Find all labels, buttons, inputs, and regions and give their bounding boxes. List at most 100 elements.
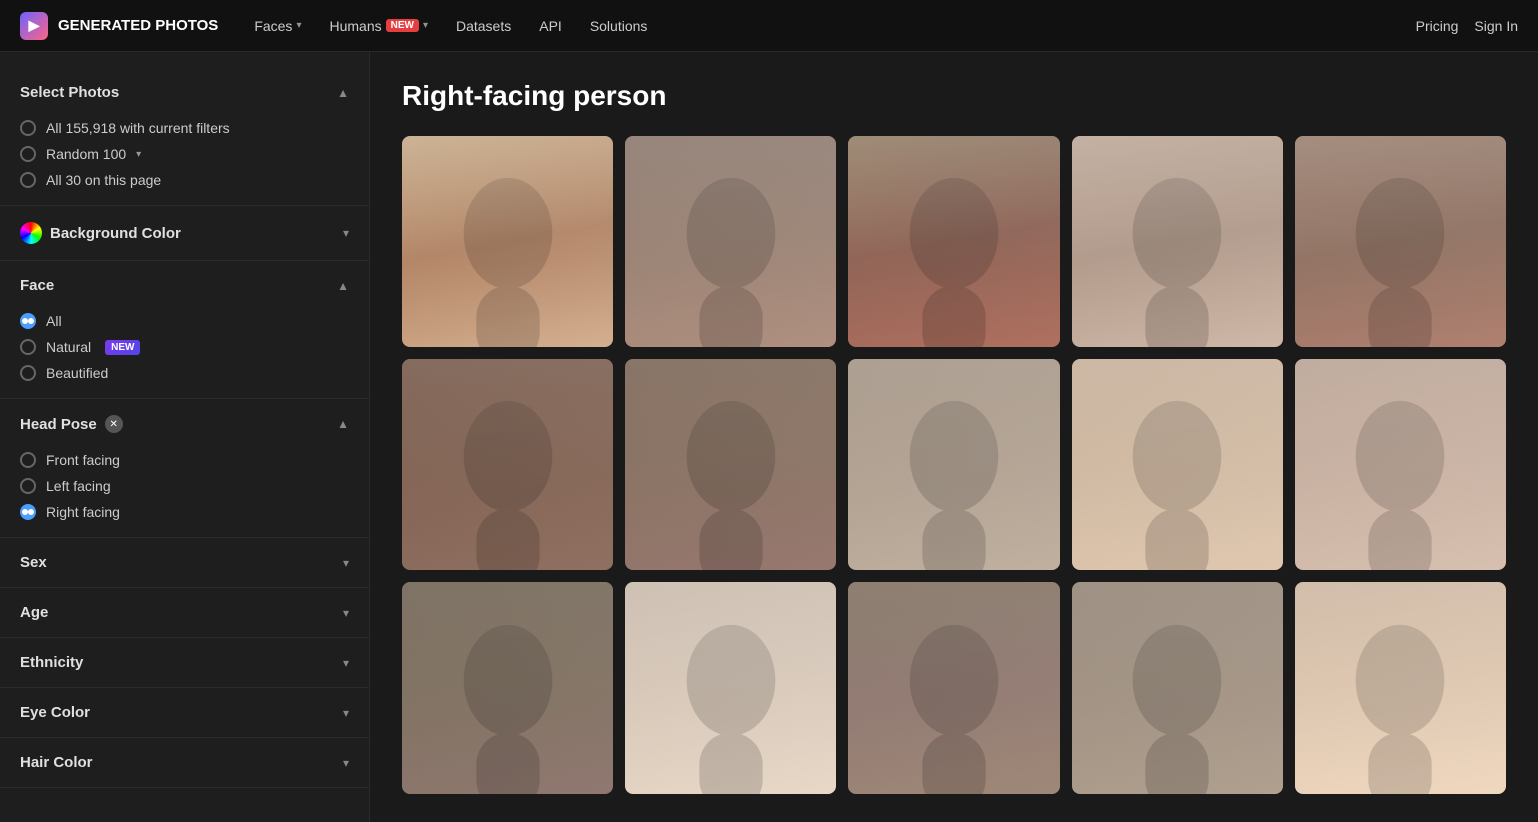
head-pose-header[interactable]: Head Pose ✕ ▲ <box>20 411 349 437</box>
radio-circle <box>20 365 36 381</box>
face-image <box>848 136 1059 347</box>
radio-random-100[interactable]: Random 100 ▾ <box>20 141 349 167</box>
radio-all-page[interactable]: All 30 on this page <box>20 167 349 193</box>
navbar: ▶ GENERATED PHOTOS Faces ▾ Humans New ▾ … <box>0 0 1538 52</box>
color-wheel-icon <box>20 222 42 244</box>
photo-card[interactable] <box>402 582 613 793</box>
eye-color-section: Eye Color ▾ <box>0 688 369 738</box>
select-photos-section: Select Photos ▲ All 155,918 with current… <box>0 68 369 206</box>
clear-head-pose-button[interactable]: ✕ <box>105 415 123 433</box>
chevron-down-icon: ▾ <box>343 756 349 770</box>
radio-right-facing[interactable]: Right facing <box>20 499 349 525</box>
radio-face-all[interactable]: All <box>20 308 349 334</box>
radio-dot <box>22 509 28 515</box>
face-content: All Natural NEW Beautified <box>20 308 349 386</box>
radio-left-facing[interactable]: Left facing <box>20 473 349 499</box>
sex-header[interactable]: Sex ▾ <box>20 550 349 575</box>
ethnicity-header[interactable]: Ethnicity ▾ <box>20 650 349 675</box>
photo-card[interactable] <box>1072 582 1283 793</box>
signin-link[interactable]: Sign In <box>1474 18 1518 34</box>
photo-card[interactable] <box>402 136 613 347</box>
age-header[interactable]: Age ▾ <box>20 600 349 625</box>
age-section: Age ▾ <box>0 588 369 638</box>
hair-color-title: Hair Color <box>20 754 93 771</box>
new-badge: New <box>386 19 419 32</box>
face-image <box>1072 136 1283 347</box>
radio-circle <box>20 478 36 494</box>
photo-card[interactable] <box>1295 582 1506 793</box>
chevron-up-icon: ▲ <box>337 279 349 293</box>
background-color-title: Background Color <box>50 225 181 242</box>
photo-card[interactable] <box>1295 136 1506 347</box>
head-pose-section: Head Pose ✕ ▲ Front facing Left facing <box>0 399 369 538</box>
head-pose-title: Head Pose <box>20 416 97 433</box>
background-color-section: Background Color ▾ <box>0 206 369 261</box>
face-image <box>1295 136 1506 347</box>
main-layout: Select Photos ▲ All 155,918 with current… <box>0 52 1538 822</box>
eye-color-title: Eye Color <box>20 704 90 721</box>
photo-card[interactable] <box>625 359 836 570</box>
page-title: Right-facing person <box>402 80 1506 112</box>
select-photos-header[interactable]: Select Photos ▲ <box>20 80 349 105</box>
face-image <box>848 582 1059 793</box>
radio-circle-checked <box>20 504 36 520</box>
new-badge: NEW <box>105 340 140 355</box>
nav-api[interactable]: API <box>527 12 574 40</box>
face-title: Face <box>20 277 54 294</box>
chevron-down-icon: ▾ <box>423 20 428 31</box>
radio-circle-checked <box>20 313 36 329</box>
select-photos-content: All 155,918 with current filters Random … <box>20 115 349 193</box>
radio-face-beautified[interactable]: Beautified <box>20 360 349 386</box>
radio-dot <box>22 318 28 324</box>
face-image <box>1072 359 1283 570</box>
ethnicity-section: Ethnicity ▾ <box>0 638 369 688</box>
face-image <box>402 359 613 570</box>
face-header[interactable]: Face ▲ <box>20 273 349 298</box>
logo[interactable]: ▶ GENERATED PHOTOS <box>20 12 218 40</box>
face-image <box>1072 582 1283 793</box>
face-section: Face ▲ All Natural NEW Beautified <box>0 261 369 399</box>
photo-card[interactable] <box>402 359 613 570</box>
photo-card[interactable] <box>1072 359 1283 570</box>
sidebar: Select Photos ▲ All 155,918 with current… <box>0 52 370 822</box>
logo-text: GENERATED PHOTOS <box>58 17 218 34</box>
photo-card[interactable] <box>1295 359 1506 570</box>
photo-card[interactable] <box>848 359 1059 570</box>
pricing-link[interactable]: Pricing <box>1416 18 1459 34</box>
radio-face-natural[interactable]: Natural NEW <box>20 334 349 360</box>
nav-right: Pricing Sign In <box>1416 18 1518 34</box>
nav-solutions[interactable]: Solutions <box>578 12 660 40</box>
photo-card[interactable] <box>625 582 836 793</box>
radio-front-facing[interactable]: Front facing <box>20 447 349 473</box>
age-title: Age <box>20 604 48 621</box>
hair-color-header[interactable]: Hair Color ▾ <box>20 750 349 775</box>
chevron-down-icon: ▾ <box>343 556 349 570</box>
photo-card[interactable] <box>848 582 1059 793</box>
nav-links: Faces ▾ Humans New ▾ Datasets API Soluti… <box>242 12 1391 40</box>
nav-faces[interactable]: Faces ▾ <box>242 12 313 40</box>
sex-title: Sex <box>20 554 47 571</box>
ethnicity-title: Ethnicity <box>20 654 83 671</box>
face-image <box>848 359 1059 570</box>
select-photos-title: Select Photos <box>20 84 119 101</box>
radio-all-filters[interactable]: All 155,918 with current filters <box>20 115 349 141</box>
background-color-header[interactable]: Background Color ▾ <box>20 218 349 248</box>
chevron-up-icon: ▲ <box>337 417 349 431</box>
nav-datasets[interactable]: Datasets <box>444 12 523 40</box>
eye-color-header[interactable]: Eye Color ▾ <box>20 700 349 725</box>
hair-color-section: Hair Color ▾ <box>0 738 369 788</box>
photo-card[interactable] <box>848 136 1059 347</box>
radio-circle <box>20 172 36 188</box>
photo-grid <box>402 136 1506 794</box>
nav-humans[interactable]: Humans New ▾ <box>317 12 440 40</box>
head-pose-content: Front facing Left facing Right facing <box>20 447 349 525</box>
photo-card[interactable] <box>625 136 836 347</box>
chevron-down-icon: ▾ <box>343 656 349 670</box>
chevron-down-icon: ▾ <box>136 149 141 160</box>
chevron-down-icon: ▾ <box>343 706 349 720</box>
face-image <box>402 136 613 347</box>
chevron-down-icon: ▾ <box>343 606 349 620</box>
chevron-down-icon: ▾ <box>296 20 301 31</box>
radio-circle <box>20 452 36 468</box>
photo-card[interactable] <box>1072 136 1283 347</box>
